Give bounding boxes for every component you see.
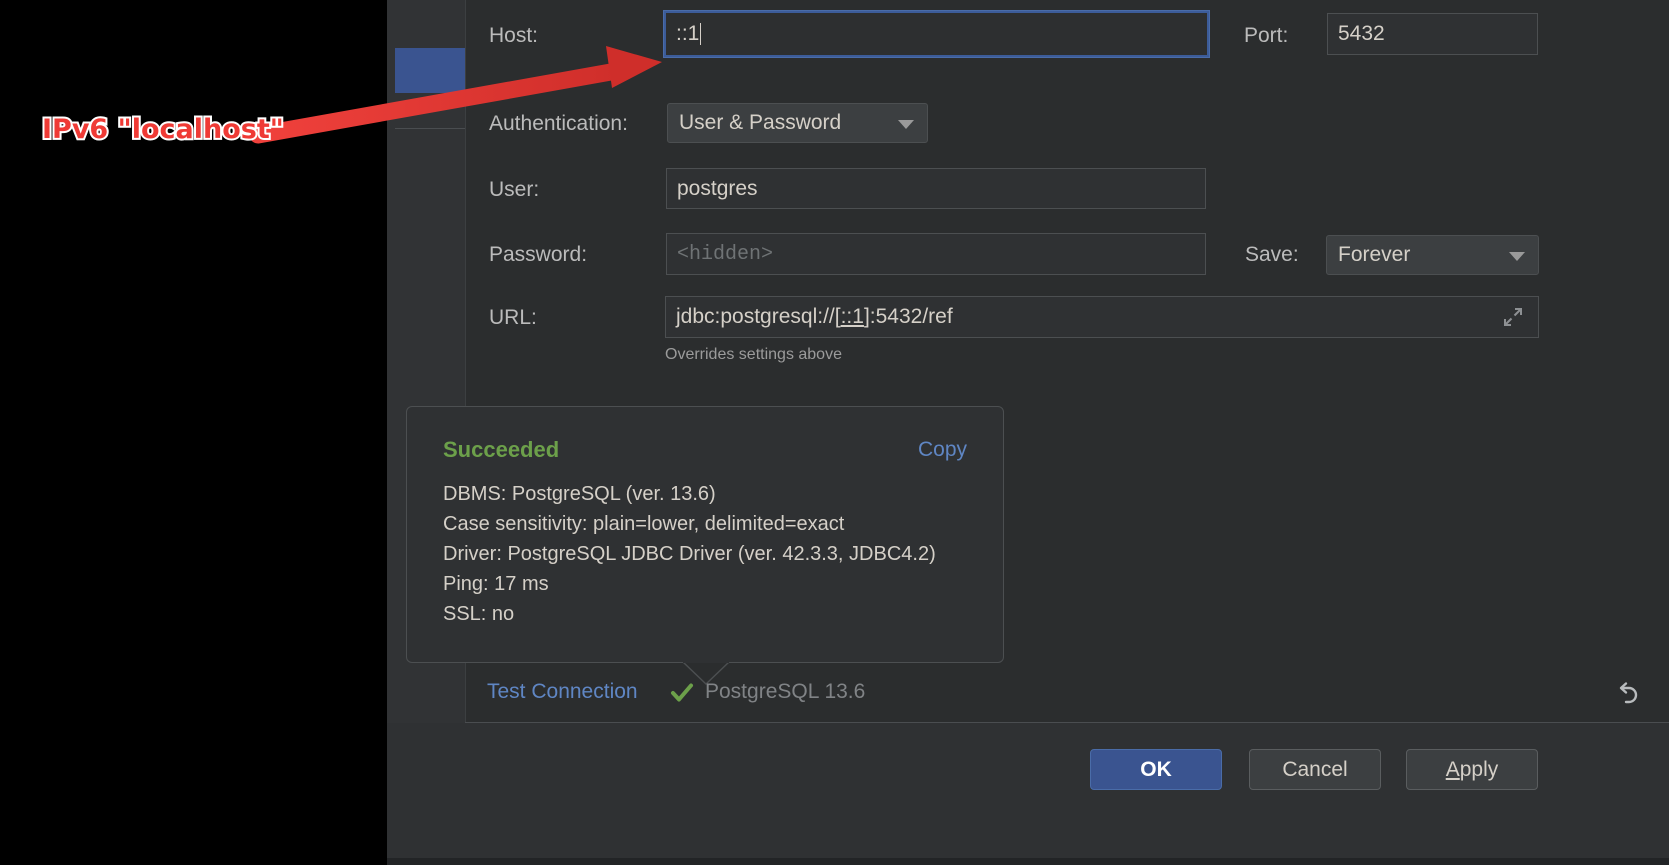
result-line-ssl: SSL: no [443,603,515,625]
result-line-driver: Driver: PostgreSQL JDBC Driver (ver. 42.… [443,543,936,565]
expand-icon[interactable] [1502,306,1524,328]
host-input-value: ::1 [676,22,700,45]
apply-mnemonic: A [1445,757,1460,781]
user-label: User: [489,178,540,201]
window-bottom-edge [387,858,1669,865]
port-input[interactable]: 5432 [1327,13,1538,55]
user-input[interactable]: postgres [666,168,1206,209]
cancel-button[interactable]: Cancel [1249,749,1381,790]
user-input-value: postgres [677,176,758,200]
url-input[interactable]: jdbc:postgresql://[::1]:5432/ref [665,296,1539,338]
text-caret [700,23,702,45]
check-icon [670,681,694,705]
authentication-dropdown[interactable]: User & Password [667,103,928,143]
revert-icon[interactable] [1617,679,1645,707]
test-connection-link[interactable]: Test Connection [487,680,638,704]
dialog-button-bar [387,723,1669,865]
detected-dbms-label: PostgreSQL 13.6 [705,680,866,703]
left-panel-selected-item[interactable] [395,48,465,93]
copy-link[interactable]: Copy [918,438,967,462]
apply-rest: pply [1459,757,1499,781]
annotation-label: IPv6 "localhost" [40,112,286,147]
apply-button[interactable]: Apply [1406,749,1538,790]
port-label: Port: [1244,24,1289,47]
result-status: Succeeded [443,437,560,462]
save-label: Save: [1245,243,1299,266]
authentication-label: Authentication: [489,112,628,135]
left-panel-divider [395,128,465,129]
test-connection-bar: Test Connection PostgreSQL 13.6 [465,664,1669,722]
test-connection-result-tooltip: Succeeded Copy DBMS: PostgreSQL (ver. 13… [406,406,1004,663]
result-line-dbms: DBMS: PostgreSQL (ver. 13.6) [443,483,716,505]
result-line-case-sensitivity: Case sensitivity: plain=lower, delimited… [443,513,845,535]
authentication-value: User & Password [679,111,842,134]
result-details: DBMS: PostgreSQL (ver. 13.6) Case sensit… [443,479,936,629]
host-input[interactable]: ::1 [663,10,1210,58]
url-hint: Overrides settings above [665,346,842,363]
port-input-value: 5432 [1338,22,1385,45]
host-label: Host: [489,24,539,47]
screen-root: Host: ::1 Port: 5432 Authentication: Use… [0,0,1669,865]
result-line-ping: Ping: 17 ms [443,573,549,595]
save-dropdown[interactable]: Forever [1326,235,1539,275]
password-label: Password: [489,243,588,266]
chevron-down-icon [1509,252,1525,261]
chevron-down-icon [898,120,914,129]
password-input[interactable]: <hidden> [666,233,1206,275]
url-prefix: jdbc:postgresql://[ [676,305,841,328]
url-label: URL: [489,306,537,329]
save-value: Forever [1338,243,1411,266]
url-suffix: ]:5432/ref [863,305,953,328]
password-placeholder: <hidden> [677,242,774,266]
ok-button[interactable]: OK [1090,749,1222,790]
url-host-link[interactable]: ::1 [841,305,864,329]
